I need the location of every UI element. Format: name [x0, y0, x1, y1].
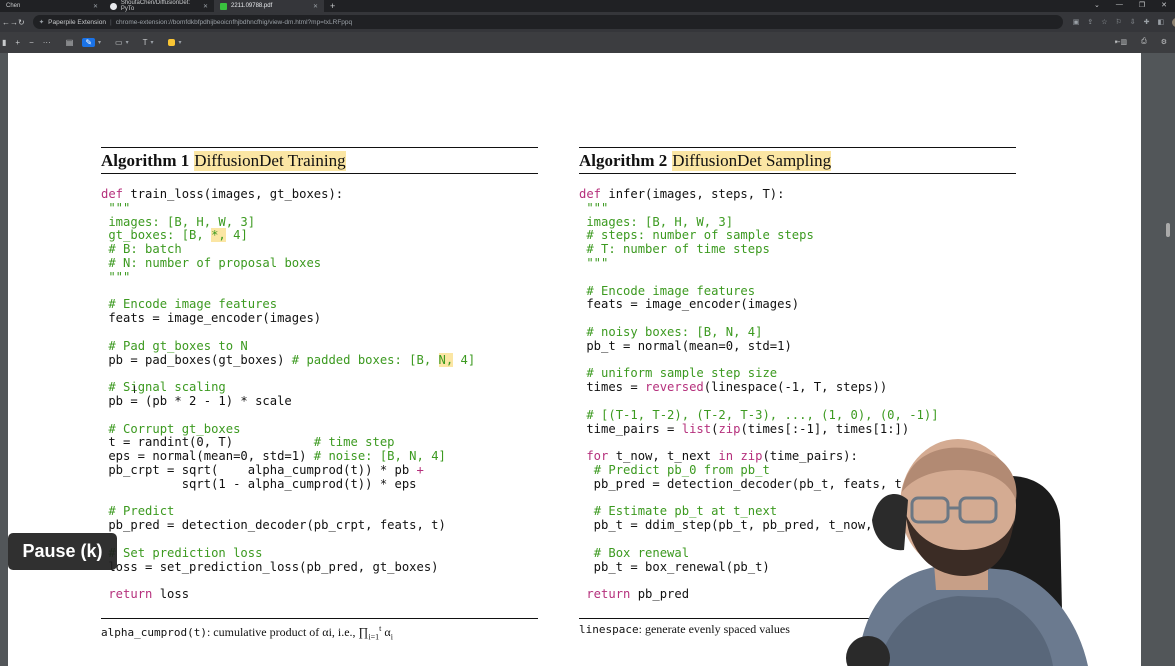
extensions-icon[interactable]: ✚ [1144, 18, 1150, 26]
color-swatch-icon[interactable] [167, 39, 175, 46]
close-icon[interactable]: ✕ [93, 3, 98, 10]
algorithm-1-footnote: alpha_cumprod(t): cumulative product of … [101, 624, 393, 642]
algorithm-1-number: Algorithm 1 [101, 150, 190, 170]
puzzle-icon: ✦ [38, 19, 45, 26]
translate-icon[interactable]: ▣ [1073, 18, 1080, 26]
more-icon[interactable]: ··· [43, 38, 51, 47]
color-dropdown-icon[interactable]: ▾ [179, 39, 182, 46]
tab-github[interactable]: ShoufaChen/DiffusionDet: PyTo ✕ [104, 0, 214, 12]
footnote-text: : generate evenly spaced values [638, 622, 790, 636]
tab-label: ShoufaChen/DiffusionDet: PyTo [120, 0, 191, 12]
close-window-icon[interactable]: ✕ [1161, 1, 1167, 9]
url-text: chrome-extension://bomfdkbfpdhijbeoicnfh… [115, 18, 353, 26]
paperpile-icon[interactable]: ⚐ [1115, 18, 1121, 26]
algorithm-1-name: DiffusionDet Training [194, 150, 346, 171]
github-icon [110, 2, 117, 10]
reload-icon[interactable]: ↻ [18, 18, 25, 27]
shape-tool-icon[interactable]: ▭ [115, 38, 123, 47]
tab-pdf[interactable]: 2211.09788.pdf ✕ [214, 0, 324, 12]
toolbar-right: ⇤▥ ⎙ ⚙ [1115, 38, 1167, 46]
extension-buttons: ▣ ⇪ ☆ ⚐ ⇩ ✚ ◧ ⋮ [1073, 17, 1175, 27]
tab-chen[interactable]: Chen ✕ [0, 0, 104, 12]
window-controls: ⌄ — ❐ ✕ [1094, 1, 1167, 9]
pdf-icon [220, 2, 227, 10]
chevron-down-icon[interactable]: ⌄ [1094, 1, 1100, 9]
forward-icon[interactable]: → [10, 18, 18, 27]
footnote-code: linespace [579, 623, 639, 636]
footnote-code: alpha_cumprod(t) [101, 626, 207, 639]
algorithm-2-title: Algorithm 2 DiffusionDet Sampling [579, 147, 1016, 174]
url-separator: | [109, 18, 112, 26]
screen: Chen ✕ ShoufaChen/DiffusionDet: PyTo ✕ 2… [0, 0, 1175, 666]
print-icon[interactable]: ⎙ [1141, 38, 1147, 46]
zoom-out-icon[interactable]: − [29, 38, 34, 47]
share-icon[interactable]: ⇪ [1087, 18, 1093, 26]
pause-indicator[interactable]: Pause (k) [8, 533, 117, 570]
algorithm-2-name: DiffusionDet Sampling [672, 150, 832, 171]
footnote-end: α [381, 625, 391, 639]
close-icon[interactable]: ✕ [203, 3, 208, 10]
comment-icon[interactable]: ▤ [66, 38, 74, 47]
pen-tool-icon[interactable]: ✎ [82, 38, 96, 47]
algorithm-1-footer-rule [101, 618, 538, 619]
new-tab-button[interactable]: + [330, 1, 335, 11]
webcam-overlay [838, 430, 1150, 666]
extension-name: Paperpile Extension [48, 18, 106, 26]
pdf-toolbar: ▮ + − ··· ▤ ✎ ▾ ▭ ▾ T ▾ ▾ ⇤▥ ⎙ ⚙ [0, 32, 1175, 53]
algorithm-2-footnote: linespace: generate evenly spaced values [579, 622, 790, 637]
back-icon[interactable]: ← [2, 18, 10, 27]
sidepanel-icon[interactable]: ◧ [1158, 18, 1165, 26]
tab-bar: Chen ✕ ShoufaChen/DiffusionDet: PyTo ✕ 2… [0, 0, 1175, 12]
settings-icon[interactable]: ⚙ [1161, 38, 1167, 46]
algorithm-1-code: def train_loss(images, gt_boxes): """ im… [101, 187, 476, 602]
sidebar-toggle-icon[interactable]: ▮ [2, 38, 6, 47]
tab-label: Chen [6, 3, 21, 9]
footnote-tail: i, i.e., ∏ [328, 625, 369, 639]
pen-dropdown-icon[interactable]: ▾ [98, 39, 101, 46]
webcam-person-image [846, 439, 1088, 666]
text-dropdown-icon[interactable]: ▾ [151, 39, 154, 46]
text-tool-icon[interactable]: T [143, 38, 148, 47]
url-field[interactable]: ✦ Paperpile Extension | chrome-extension… [32, 15, 1063, 29]
shape-dropdown-icon[interactable]: ▾ [126, 39, 129, 46]
star-icon[interactable]: ☆ [1101, 18, 1107, 26]
scrollbar-thumb[interactable] [1166, 223, 1170, 237]
tab-label: 2211.09788.pdf [231, 3, 273, 9]
footnote-text: : cumulative product of α [206, 625, 329, 639]
download-icon[interactable]: ⇩ [1130, 18, 1136, 26]
maximize-icon[interactable]: ❐ [1139, 1, 1145, 9]
fit-width-icon[interactable]: ⇤▥ [1115, 38, 1127, 46]
address-bar: ← → ↻ ✦ Paperpile Extension | chrome-ext… [0, 12, 1175, 32]
algorithm-1-title: Algorithm 1 DiffusionDet Training [101, 147, 538, 174]
close-icon[interactable]: ✕ [313, 3, 318, 10]
algorithm-2-number: Algorithm 2 [579, 150, 668, 170]
minimize-icon[interactable]: — [1116, 1, 1123, 9]
text-cursor-icon: I [133, 384, 137, 396]
zoom-in-icon[interactable]: + [15, 38, 20, 47]
